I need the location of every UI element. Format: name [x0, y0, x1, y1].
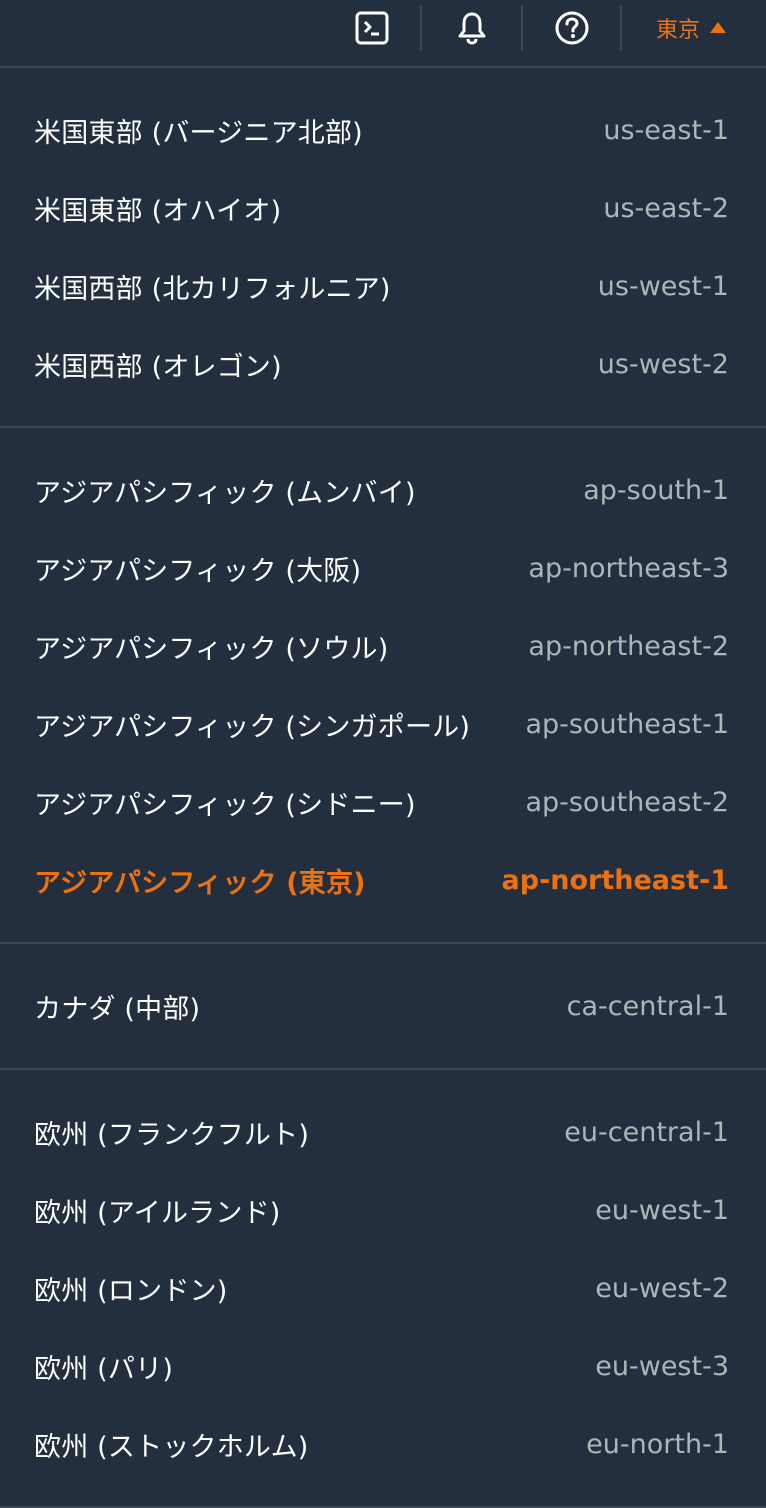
region-code: us-west-1	[597, 270, 729, 302]
region-name: アジアパシフィック (ムンバイ)	[34, 477, 416, 509]
region-code: ap-south-1	[583, 474, 729, 506]
region-name: カナダ (中部)	[34, 993, 201, 1025]
region-code: eu-central-1	[564, 1116, 729, 1148]
region-group: カナダ (中部) ca-central-1	[0, 944, 766, 1070]
region-dropdown-list: 米国東部 (バージニア北部) us-east-1 米国東部 (オハイオ) us-eas…	[0, 68, 766, 1508]
region-code: ap-northeast-3	[528, 552, 729, 584]
region-code: ap-southeast-1	[525, 708, 729, 740]
region-name: アジアパシフィック (シンガポール)	[34, 711, 471, 743]
region-name: 欧州 (ロンドン)	[34, 1275, 228, 1307]
region-name: 欧州 (ストックホルム)	[34, 1431, 309, 1463]
region-option-us-west-1[interactable]: 米国西部 (北カリフォルニア) us-west-1	[0, 247, 766, 325]
region-name: 欧州 (アイルランド)	[34, 1197, 281, 1229]
region-option-ap-northeast-2[interactable]: アジアパシフィック (ソウル) ap-northeast-2	[0, 607, 766, 685]
region-name: アジアパシフィック (東京)	[34, 867, 366, 899]
region-option-us-east-2[interactable]: 米国東部 (オハイオ) us-east-2	[0, 169, 766, 247]
caret-up-icon	[710, 21, 727, 33]
cloudshell-icon[interactable]	[352, 8, 392, 48]
region-option-ap-south-1[interactable]: アジアパシフィック (ムンバイ) ap-south-1	[0, 451, 766, 529]
region-option-ap-northeast-3[interactable]: アジアパシフィック (大阪) ap-northeast-3	[0, 529, 766, 607]
toolbar-divider	[420, 5, 422, 51]
region-option-ap-southeast-1[interactable]: アジアパシフィック (シンガポール) ap-southeast-1	[0, 685, 766, 763]
region-name: アジアパシフィック (大阪)	[34, 555, 362, 587]
region-name: アジアパシフィック (ソウル)	[34, 633, 389, 665]
region-code: eu-west-1	[595, 1194, 729, 1226]
region-selector-button[interactable]: 東京	[656, 8, 727, 48]
region-name: 米国東部 (バージニア北部)	[34, 117, 363, 149]
region-code: ap-northeast-1	[501, 864, 729, 896]
region-code: us-east-1	[603, 114, 729, 146]
region-code: us-west-2	[597, 348, 729, 380]
region-option-eu-north-1[interactable]: 欧州 (ストックホルム) eu-north-1	[0, 1405, 766, 1483]
region-name: 欧州 (パリ)	[34, 1353, 174, 1385]
region-group: 欧州 (フランクフルト) eu-central-1 欧州 (アイルランド) eu-we…	[0, 1070, 766, 1508]
region-code: us-east-2	[603, 192, 729, 224]
region-option-ca-central-1[interactable]: カナダ (中部) ca-central-1	[0, 967, 766, 1045]
region-name: 米国東部 (オハイオ)	[34, 195, 282, 227]
top-navigation-bar: 東京	[0, 0, 766, 68]
region-name: アジアパシフィック (シドニー)	[34, 789, 416, 821]
region-name: 欧州 (フランクフルト)	[34, 1119, 310, 1151]
bell-icon[interactable]	[452, 8, 492, 48]
region-option-eu-central-1[interactable]: 欧州 (フランクフルト) eu-central-1	[0, 1093, 766, 1171]
region-code: eu-west-3	[595, 1350, 729, 1382]
region-group: アジアパシフィック (ムンバイ) ap-south-1 アジアパシフィック (大阪)…	[0, 428, 766, 944]
region-option-ap-southeast-2[interactable]: アジアパシフィック (シドニー) ap-southeast-2	[0, 763, 766, 841]
region-selector-label: 東京	[656, 18, 701, 43]
region-code: ap-southeast-2	[525, 786, 729, 818]
toolbar-divider	[620, 5, 622, 51]
region-option-us-west-2[interactable]: 米国西部 (オレゴン) us-west-2	[0, 325, 766, 403]
region-name: 米国西部 (オレゴン)	[34, 351, 282, 383]
region-code: ap-northeast-2	[528, 630, 729, 662]
region-option-eu-west-1[interactable]: 欧州 (アイルランド) eu-west-1	[0, 1171, 766, 1249]
help-icon[interactable]	[552, 8, 592, 48]
region-name: 米国西部 (北カリフォルニア)	[34, 273, 391, 305]
region-option-eu-west-3[interactable]: 欧州 (パリ) eu-west-3	[0, 1327, 766, 1405]
toolbar-divider	[521, 5, 523, 51]
region-option-ap-northeast-1[interactable]: アジアパシフィック (東京) ap-northeast-1	[0, 841, 766, 919]
region-option-eu-west-2[interactable]: 欧州 (ロンドン) eu-west-2	[0, 1249, 766, 1327]
region-code: eu-north-1	[586, 1428, 729, 1460]
region-code: eu-west-2	[595, 1272, 729, 1304]
region-option-us-east-1[interactable]: 米国東部 (バージニア北部) us-east-1	[0, 91, 766, 169]
region-group: 米国東部 (バージニア北部) us-east-1 米国東部 (オハイオ) us-eas…	[0, 68, 766, 428]
region-code: ca-central-1	[566, 990, 729, 1022]
